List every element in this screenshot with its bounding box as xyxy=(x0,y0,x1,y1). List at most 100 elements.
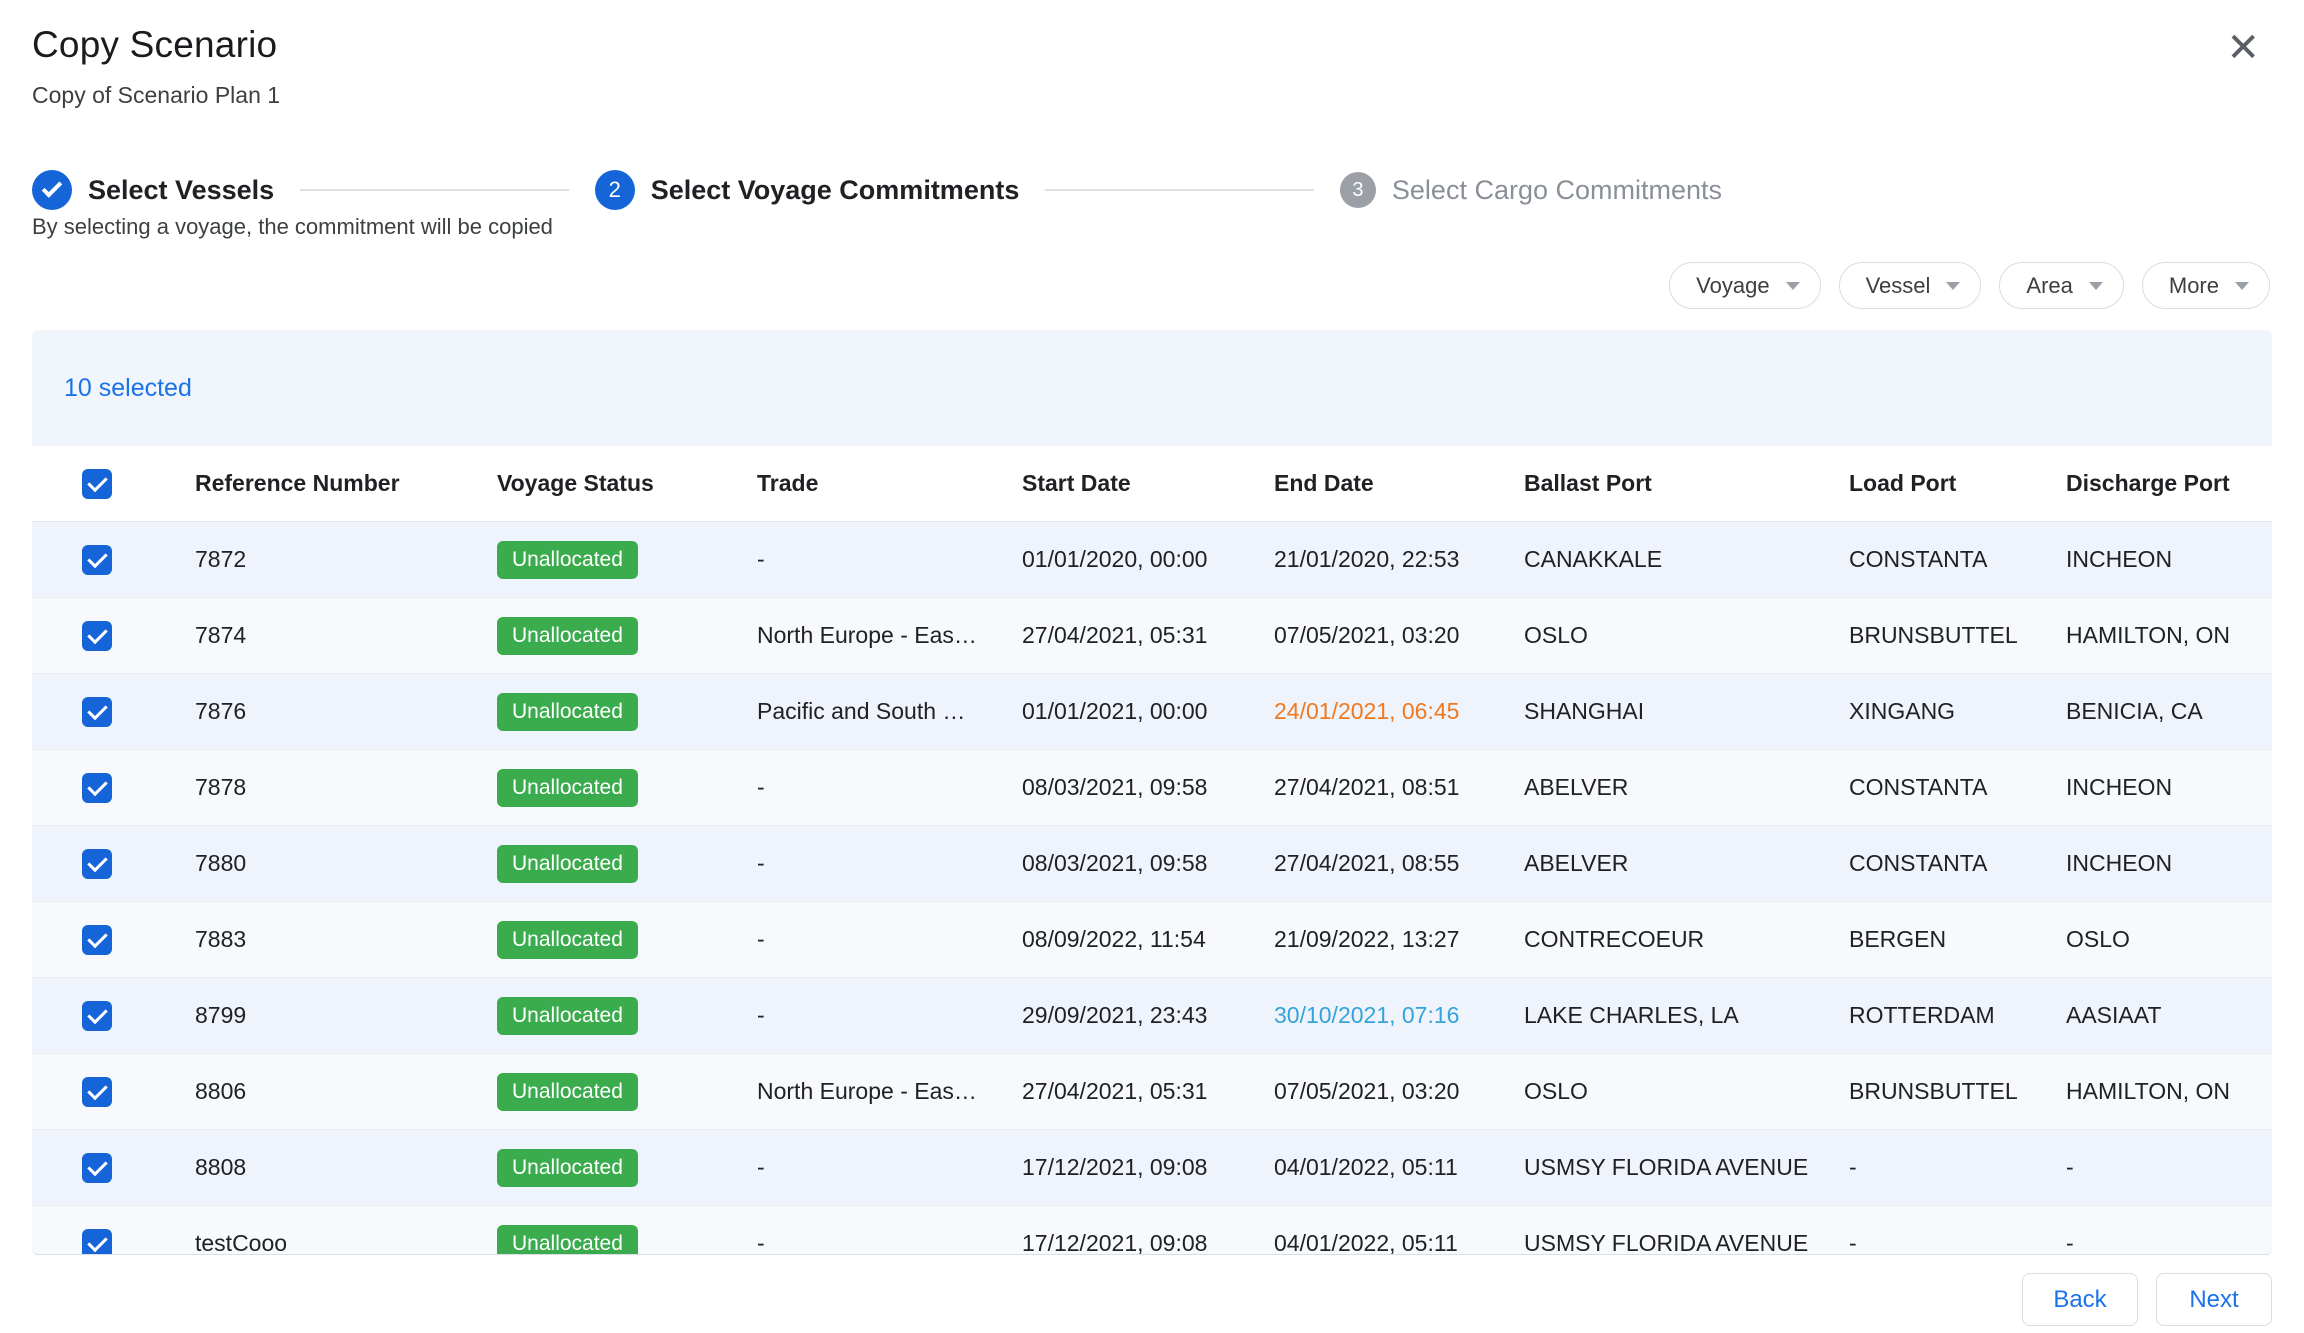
table-row[interactable]: 7876 Unallocated Pacific and South … 01/… xyxy=(32,674,2272,750)
row-trade: Pacific and South … xyxy=(757,698,1022,725)
row-checkbox[interactable] xyxy=(82,773,112,803)
column-header-trade: Trade xyxy=(757,470,1022,497)
table-row[interactable]: 7883 Unallocated - 08/09/2022, 11:54 21/… xyxy=(32,902,2272,978)
row-load-port: CONSTANTA xyxy=(1849,774,2066,801)
row-discharge-port: - xyxy=(2066,1154,2272,1181)
row-status-cell: Unallocated xyxy=(497,541,757,579)
stepper-connector xyxy=(300,189,569,191)
row-discharge-port: OSLO xyxy=(2066,926,2272,953)
more-filter-button[interactable]: More xyxy=(2142,262,2270,309)
row-status-cell: Unallocated xyxy=(497,921,757,959)
column-header-discharge-port: Discharge Port xyxy=(2066,470,2272,497)
row-ref: 7872 xyxy=(195,546,497,573)
step-2-circle: 2 xyxy=(595,170,635,210)
voyage-filter-label: Voyage xyxy=(1696,273,1769,299)
row-checkbox[interactable] xyxy=(82,1153,112,1183)
row-ref: 8806 xyxy=(195,1078,497,1105)
area-filter-button[interactable]: Area xyxy=(1999,262,2123,309)
vessel-filter-button[interactable]: Vessel xyxy=(1839,262,1982,309)
table-row[interactable]: testCooo Unallocated - 17/12/2021, 09:08… xyxy=(32,1206,2272,1255)
row-checkbox-cell xyxy=(32,1229,195,1256)
stepper-connector xyxy=(1045,189,1314,191)
row-discharge-port: HAMILTON, ON xyxy=(2066,1078,2272,1105)
row-ballast-port: USMSY FLORIDA AVENUE xyxy=(1524,1230,1849,1255)
table-row[interactable]: 8806 Unallocated North Europe - Eas… 27/… xyxy=(32,1054,2272,1130)
row-checkbox-cell xyxy=(32,697,195,727)
select-all-checkbox[interactable] xyxy=(82,469,112,499)
row-checkbox[interactable] xyxy=(82,1001,112,1031)
row-checkbox-cell xyxy=(32,925,195,955)
row-end-date: 04/01/2022, 05:11 xyxy=(1274,1230,1524,1255)
row-start-date: 08/09/2022, 11:54 xyxy=(1022,926,1274,953)
row-trade: North Europe - Eas… xyxy=(757,622,1022,649)
row-checkbox[interactable] xyxy=(82,1229,112,1256)
row-load-port: - xyxy=(1849,1230,2066,1255)
step-select-cargo-commitments[interactable]: 3 Select Cargo Commitments xyxy=(1340,172,1722,208)
row-checkbox[interactable] xyxy=(82,849,112,879)
row-ref: testCooo xyxy=(195,1230,497,1255)
row-start-date: 08/03/2021, 09:58 xyxy=(1022,774,1274,801)
row-checkbox[interactable] xyxy=(82,545,112,575)
chevron-down-icon xyxy=(1946,282,1960,290)
header-checkbox-cell xyxy=(32,469,195,499)
table-header-row: Reference Number Voyage Status Trade Sta… xyxy=(32,446,2272,522)
step-3-label: Select Cargo Commitments xyxy=(1392,175,1722,206)
row-load-port: - xyxy=(1849,1154,2066,1181)
row-end-date: 30/10/2021, 07:16 xyxy=(1274,1002,1524,1029)
row-end-date: 21/09/2022, 13:27 xyxy=(1274,926,1524,953)
back-button[interactable]: Back xyxy=(2022,1273,2138,1326)
row-end-date: 27/04/2021, 08:51 xyxy=(1274,774,1524,801)
column-header-end-date: End Date xyxy=(1274,470,1524,497)
stepper: Select Vessels 2 Select Voyage Commitmen… xyxy=(32,170,1722,210)
row-status-cell: Unallocated xyxy=(497,769,757,807)
copy-scenario-dialog: Copy Scenario Copy of Scenario Plan 1 ✕ … xyxy=(0,0,2304,1333)
row-ballast-port: CONTRECOEUR xyxy=(1524,926,1849,953)
row-status-badge: Unallocated xyxy=(497,1073,638,1111)
row-checkbox-cell xyxy=(32,773,195,803)
column-header-load-port: Load Port xyxy=(1849,470,2066,497)
table-row[interactable]: 7874 Unallocated North Europe - Eas… 27/… xyxy=(32,598,2272,674)
dialog-footer: Back Next xyxy=(2022,1273,2272,1326)
row-status-cell: Unallocated xyxy=(497,693,757,731)
row-start-date: 08/03/2021, 09:58 xyxy=(1022,850,1274,877)
close-icon[interactable]: ✕ xyxy=(2226,28,2260,68)
table-row[interactable]: 7878 Unallocated - 08/03/2021, 09:58 27/… xyxy=(32,750,2272,826)
row-ref: 8808 xyxy=(195,1154,497,1181)
row-status-badge: Unallocated xyxy=(497,617,638,655)
voyage-filter-button[interactable]: Voyage xyxy=(1669,262,1820,309)
row-start-date: 17/12/2021, 09:08 xyxy=(1022,1154,1274,1181)
table-row[interactable]: 8799 Unallocated - 29/09/2021, 23:43 30/… xyxy=(32,978,2272,1054)
row-checkbox[interactable] xyxy=(82,1077,112,1107)
step-3-circle: 3 xyxy=(1340,172,1376,208)
next-button[interactable]: Next xyxy=(2156,1273,2272,1326)
row-checkbox[interactable] xyxy=(82,925,112,955)
step-2-label: Select Voyage Commitments xyxy=(651,175,1020,206)
row-checkbox-cell xyxy=(32,545,195,575)
step-select-vessels[interactable]: Select Vessels xyxy=(32,170,274,210)
row-start-date: 17/12/2021, 09:08 xyxy=(1022,1230,1274,1255)
row-checkbox-cell xyxy=(32,1153,195,1183)
row-status-badge: Unallocated xyxy=(497,693,638,731)
row-ref: 7876 xyxy=(195,698,497,725)
table-row[interactable]: 7880 Unallocated - 08/03/2021, 09:58 27/… xyxy=(32,826,2272,902)
row-ref: 7883 xyxy=(195,926,497,953)
table-row[interactable]: 7872 Unallocated - 01/01/2020, 00:00 21/… xyxy=(32,522,2272,598)
row-load-port: XINGANG xyxy=(1849,698,2066,725)
row-load-port: CONSTANTA xyxy=(1849,546,2066,573)
row-ballast-port: SHANGHAI xyxy=(1524,698,1849,725)
row-discharge-port: HAMILTON, ON xyxy=(2066,622,2272,649)
step-select-voyage-commitments[interactable]: 2 Select Voyage Commitments xyxy=(595,170,1020,210)
page-title: Copy Scenario xyxy=(32,24,280,66)
row-end-date: 24/01/2021, 06:45 xyxy=(1274,698,1524,725)
row-checkbox-cell xyxy=(32,849,195,879)
table-row[interactable]: 8808 Unallocated - 17/12/2021, 09:08 04/… xyxy=(32,1130,2272,1206)
row-trade: - xyxy=(757,1230,1022,1255)
column-header-start-date: Start Date xyxy=(1022,470,1274,497)
row-checkbox[interactable] xyxy=(82,697,112,727)
row-ballast-port: USMSY FLORIDA AVENUE xyxy=(1524,1154,1849,1181)
row-discharge-port: - xyxy=(2066,1230,2272,1255)
row-checkbox[interactable] xyxy=(82,621,112,651)
row-ballast-port: LAKE CHARLES, LA xyxy=(1524,1002,1849,1029)
row-load-port: BRUNSBUTTEL xyxy=(1849,1078,2066,1105)
row-trade: - xyxy=(757,926,1022,953)
